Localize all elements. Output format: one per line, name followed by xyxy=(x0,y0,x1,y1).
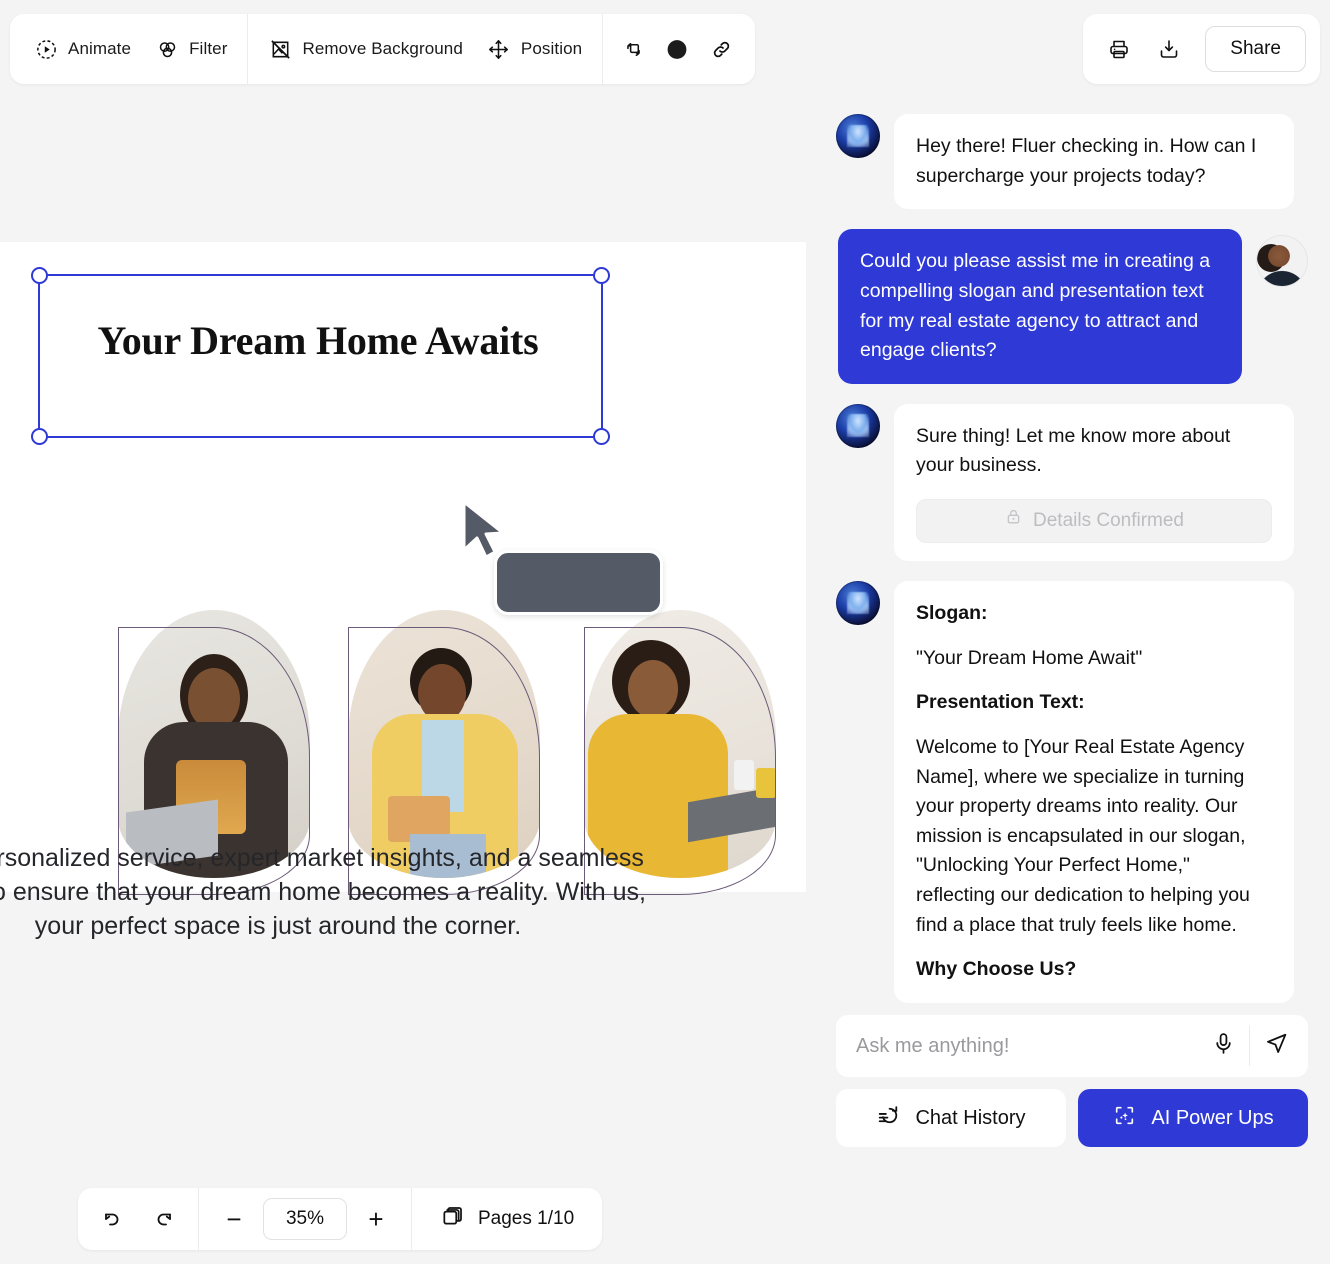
top-right-toolbar: Share xyxy=(1083,14,1320,84)
pages-button[interactable]: Pages 1/10 xyxy=(426,1195,588,1243)
chat-bubble: Slogan: "Your Dream Home Await" Presenta… xyxy=(894,581,1294,1003)
chat-bubble-text: Could you please assist me in creating a… xyxy=(838,229,1242,384)
download-icon xyxy=(1157,37,1181,61)
chat-composer xyxy=(836,1015,1308,1077)
slide-photo-4[interactable] xyxy=(584,610,776,878)
slide-photo-3[interactable] xyxy=(348,610,540,878)
share-button[interactable]: Share xyxy=(1205,26,1306,72)
bot-avatar xyxy=(836,581,880,625)
slide-body-line-2: rience to ensure that your dream home be… xyxy=(0,877,646,906)
chat-input[interactable] xyxy=(856,1034,1197,1058)
resize-handle-top-left[interactable] xyxy=(31,267,48,284)
link-button[interactable] xyxy=(699,27,743,71)
filter-label: Filter xyxy=(189,39,228,58)
slide-title[interactable]: Your Dream Home Awaits xyxy=(38,317,598,364)
chat-panel: Hey there! Fluer checking in. How can I … xyxy=(824,100,1320,1161)
pages-label: Pages 1/10 xyxy=(478,1208,575,1229)
answer-presentation-body: Welcome to [Your Real Estate Agency Name… xyxy=(916,735,1250,936)
chat-action-buttons: Chat History AI Power Ups xyxy=(836,1089,1308,1147)
zoom-in-button[interactable]: + xyxy=(355,1198,397,1240)
bot-avatar xyxy=(836,114,880,158)
photo-4-cup xyxy=(734,760,754,790)
chat-bubble-text: Hey there! Fluer checking in. How can I … xyxy=(894,114,1294,210)
slide-photo-2[interactable] xyxy=(118,610,310,878)
chat-history-button[interactable]: Chat History xyxy=(836,1089,1066,1147)
pages-control: Pages 1/10 xyxy=(412,1188,602,1250)
photo-2-face xyxy=(188,668,240,730)
canvas-area[interactable]: Your Dream Home Awaits rsonalized servic… xyxy=(0,96,806,1264)
user-avatar xyxy=(1256,235,1308,288)
chat-history-label: Chat History xyxy=(915,1106,1026,1129)
undo-button[interactable] xyxy=(92,1198,134,1240)
print-button[interactable] xyxy=(1097,27,1141,71)
duplicate-icon xyxy=(621,37,645,61)
answer-heading-slogan: Slogan: xyxy=(916,602,988,624)
chat-message-bot-greeting: Hey there! Fluer checking in. How can I … xyxy=(836,114,1308,210)
chat-message-user-request: Could you please assist me in creating a… xyxy=(836,229,1308,384)
resize-handle-bottom-left[interactable] xyxy=(31,428,48,445)
toolbar-group-actions xyxy=(603,14,751,84)
history-icon xyxy=(876,1103,901,1134)
duplicate-button[interactable] xyxy=(611,27,655,71)
link-icon xyxy=(709,37,733,61)
chat-message-bot-answer: Slogan: "Your Dream Home Await" Presenta… xyxy=(836,581,1308,1003)
position-button[interactable]: Position xyxy=(475,29,594,69)
ai-power-ups-button[interactable]: AI Power Ups xyxy=(1078,1089,1308,1147)
zoom-out-button[interactable]: − xyxy=(213,1198,255,1240)
photo-4-face xyxy=(628,660,678,718)
bottom-toolbar: − 35% + Pages 1/10 xyxy=(78,1188,603,1250)
history-controls xyxy=(78,1188,198,1250)
answer-slogan-value: "Your Dream Home Await" xyxy=(916,646,1143,669)
toolbar-group-effects: Animate Filter xyxy=(14,14,247,84)
download-button[interactable] xyxy=(1147,27,1191,71)
zoom-level-value[interactable]: 35% xyxy=(263,1198,347,1240)
filter-icon xyxy=(155,37,179,61)
slide-body-line-3: your perfect space is just around the co… xyxy=(34,911,522,940)
details-confirmed-label: Details Confirmed xyxy=(1033,509,1184,531)
redo-button[interactable] xyxy=(142,1198,184,1240)
details-confirmed-button[interactable]: Details Confirmed xyxy=(916,499,1272,543)
bot-avatar xyxy=(836,403,880,448)
animate-label: Animate xyxy=(68,39,132,58)
toolbar-group-image: Remove Background Position xyxy=(248,14,602,84)
chat-message-list[interactable]: Hey there! Fluer checking in. How can I … xyxy=(824,100,1320,1015)
chat-message-bot-followup: Sure thing! Let me know more about your … xyxy=(836,403,1308,561)
lock-icon xyxy=(1004,507,1023,536)
chat-bubble-text: Sure thing! Let me know more about your … xyxy=(916,424,1231,477)
send-button[interactable] xyxy=(1250,1023,1302,1069)
animate-button[interactable]: Animate xyxy=(22,29,143,69)
remove-background-icon xyxy=(268,37,292,61)
photo-4-jar xyxy=(756,768,776,798)
microphone-button[interactable] xyxy=(1197,1023,1249,1069)
position-icon xyxy=(487,37,511,61)
cursor-tooltip xyxy=(494,550,663,615)
chat-bubble: Sure thing! Let me know more about your … xyxy=(894,403,1294,561)
undo-icon xyxy=(101,1205,125,1234)
answer-heading-why-choose-us: Why Choose Us? xyxy=(916,958,1077,981)
filter-button[interactable]: Filter xyxy=(143,29,239,69)
animate-icon xyxy=(34,37,58,61)
remove-background-button[interactable]: Remove Background xyxy=(256,29,474,69)
color-swatch-icon xyxy=(665,37,689,61)
slide-body-line-1: offer personalized service, expert marke… xyxy=(0,844,644,872)
ai-power-ups-label: AI Power Ups xyxy=(1151,1106,1274,1129)
slide-body-text[interactable]: offer personalized service, expert marke… xyxy=(0,842,728,943)
print-icon xyxy=(1107,37,1131,61)
pages-icon xyxy=(440,1203,466,1235)
resize-handle-top-right[interactable] xyxy=(593,267,610,284)
send-icon xyxy=(1264,1031,1289,1061)
chat-composer-area: Chat History AI Power Ups xyxy=(824,1015,1320,1161)
ai-sparkle-icon xyxy=(1112,1103,1137,1134)
position-label: Position xyxy=(520,39,583,58)
zoom-controls: − 35% + xyxy=(199,1188,411,1250)
answer-heading-presentation-text: Presentation Text: xyxy=(916,691,1085,714)
top-toolbar: Animate Filter Remove Background Positio… xyxy=(10,14,756,84)
slide-page[interactable]: Your Dream Home Awaits rsonalized servic… xyxy=(0,242,806,940)
resize-handle-bottom-right[interactable] xyxy=(593,428,610,445)
microphone-icon xyxy=(1211,1031,1236,1061)
color-swatch-button[interactable] xyxy=(655,27,699,71)
remove-background-label: Remove Background xyxy=(302,39,463,58)
redo-icon xyxy=(151,1205,175,1234)
